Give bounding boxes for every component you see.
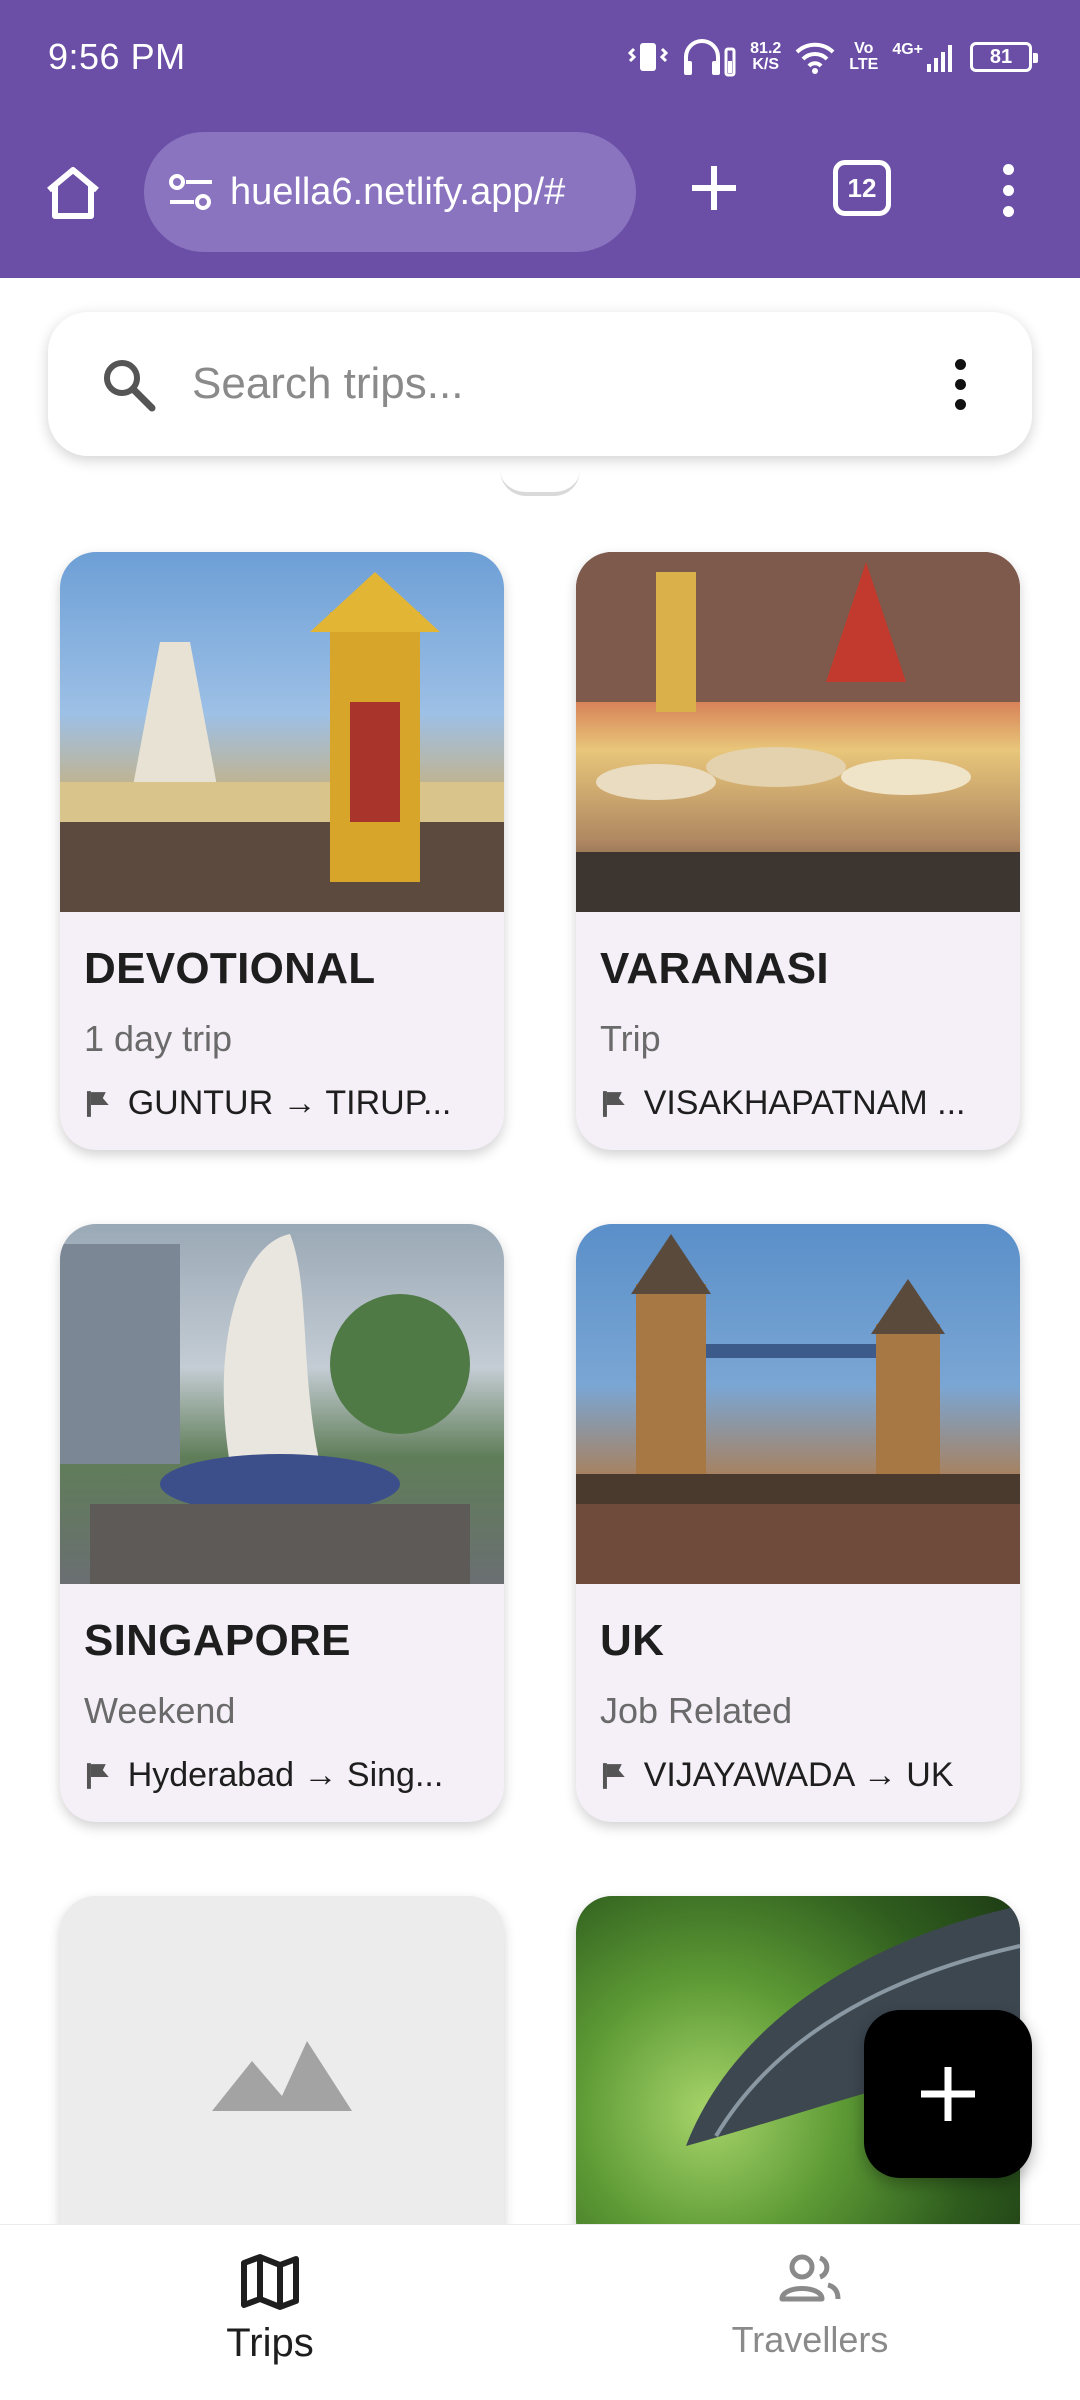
search-icon (104, 360, 156, 412)
site-settings-icon (169, 174, 212, 210)
dot-icon (1002, 163, 1014, 175)
status-icons: 81.2 K/S Vo LTE 4G+ 81 (628, 32, 1038, 82)
route-text: Hyderabad → Sing... (127, 1756, 444, 1794)
temple-illustration (60, 572, 504, 912)
ghat-illustration (576, 552, 1020, 912)
search-bar (48, 312, 1032, 456)
nav-travellers-label: Travellers (731, 2319, 889, 2360)
tower-bridge-illustration (576, 1234, 1020, 1584)
flag-icon (86, 1762, 109, 1789)
map-icon (241, 2254, 299, 2310)
flag-icon (86, 1090, 109, 1117)
trip-card-varanasi[interactable]: VARANASI Trip VISAKHAPATNAM ... (576, 552, 1020, 1150)
trip-image (576, 552, 1020, 912)
bottom-navigation: Trips Travellers (0, 2224, 1080, 2400)
plus-icon (921, 2067, 975, 2121)
trip-type: Job Related (600, 1690, 793, 1731)
trip-title: DEVOTIONAL (84, 944, 376, 993)
trip-card-placeholder[interactable] (60, 1896, 504, 2256)
signal-icon (927, 45, 952, 72)
network-speed: 81.2 K/S (750, 40, 782, 73)
status-time: 9:56 PM (48, 36, 186, 77)
trip-image-placeholder (60, 1896, 504, 2256)
dot-icon (1002, 205, 1014, 217)
headphones-icon (684, 39, 736, 77)
landscape-icon (212, 2041, 352, 2111)
trip-type: 1 day trip (84, 1018, 233, 1059)
search-options-button[interactable] (938, 352, 982, 416)
trip-type: Trip (600, 1018, 661, 1059)
wifi-icon (795, 42, 835, 74)
merlion-illustration (60, 1234, 470, 1584)
nav-travellers[interactable]: Travellers (660, 2253, 960, 2361)
browser-chrome: 9:56 PM 81.2 K/S Vo LTE 4G+ 81 huella6.net… (0, 0, 1080, 278)
trip-route: VISAKHAPATNAM ... (600, 1084, 1000, 1123)
dot-icon (954, 378, 966, 390)
trip-route: VIJAYAWADA → UK (600, 1756, 1000, 1795)
trip-title: VARANASI (600, 944, 829, 993)
vibrate-icon (628, 43, 669, 71)
signal-indicator: 4G+ (892, 42, 956, 72)
dot-icon (954, 358, 966, 370)
home-button[interactable] (38, 158, 108, 228)
refresh-indicator (500, 470, 580, 496)
search-input[interactable] (192, 352, 892, 416)
trip-card-devotional[interactable]: DEVOTIONAL 1 day trip GUNTUR → TIRUP... (60, 552, 504, 1150)
route-text: VIJAYAWADA → UK (643, 1756, 954, 1794)
dot-icon (1002, 184, 1014, 196)
nav-trips[interactable]: Trips (120, 2253, 420, 2366)
route-text: GUNTUR → TIRUP... (127, 1084, 452, 1122)
url-text: huella6.netlify.app/# (230, 170, 566, 213)
trip-card-singapore[interactable]: SINGAPORE Weekend Hyderabad → Sing... (60, 1224, 504, 1822)
add-trip-button[interactable] (864, 2010, 1032, 2178)
plus-icon (692, 166, 736, 210)
trip-title: UK (600, 1616, 665, 1665)
people-icon (779, 2254, 841, 2302)
home-icon (47, 167, 99, 219)
url-bar[interactable]: huella6.netlify.app/# (144, 132, 636, 252)
battery-icon: 81 (970, 42, 1038, 72)
dot-icon (954, 398, 966, 410)
trip-image (60, 552, 504, 912)
status-bar: 9:56 PM 81.2 K/S Vo LTE 4G+ 81 (0, 0, 1080, 112)
trip-card-uk[interactable]: UK Job Related VIJAYAWADA → UK (576, 1224, 1020, 1822)
trip-image (60, 1224, 504, 1584)
browser-menu-button[interactable] (984, 154, 1032, 226)
volte-indicator: Vo LTE (849, 40, 879, 73)
nav-trips-label: Trips (226, 2321, 314, 2365)
trip-type: Weekend (84, 1690, 236, 1731)
route-text: VISAKHAPATNAM ... (643, 1084, 966, 1122)
flag-icon (602, 1090, 625, 1117)
trip-route: Hyderabad → Sing... (84, 1756, 484, 1795)
trip-route: GUNTUR → TIRUP... (84, 1084, 484, 1123)
browser-toolbar: huella6.netlify.app/# 12 (0, 130, 1080, 254)
tab-switcher-button[interactable]: 12 (833, 160, 891, 216)
new-tab-button[interactable] (678, 152, 750, 224)
flag-icon (602, 1762, 625, 1789)
trip-title: SINGAPORE (84, 1616, 351, 1665)
trip-image (576, 1224, 1020, 1584)
